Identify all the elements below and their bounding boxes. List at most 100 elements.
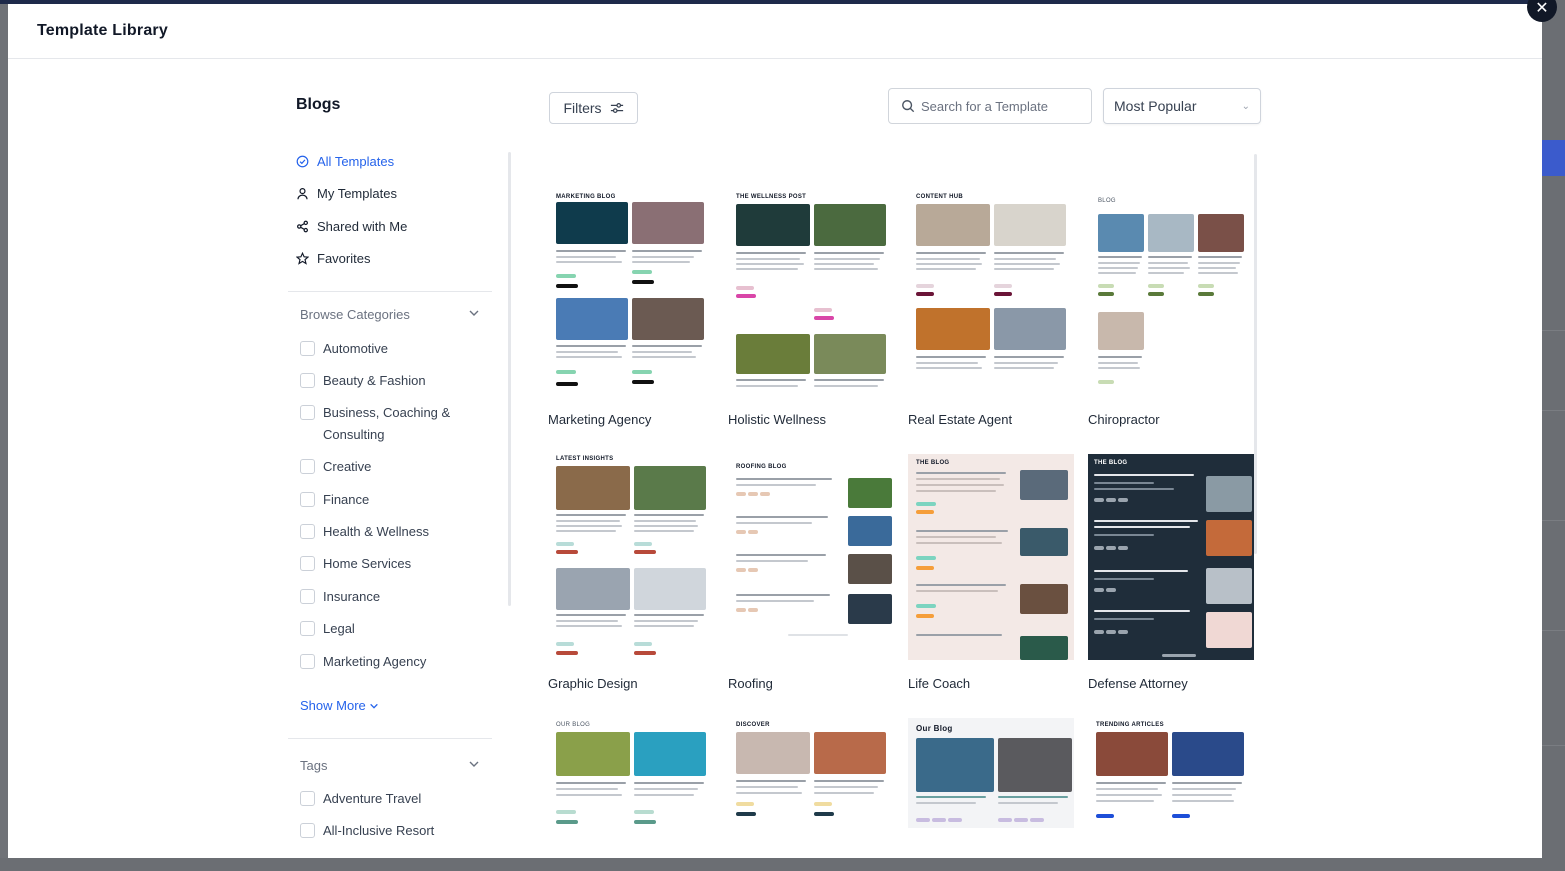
template-thumbnail: Our Blog (908, 718, 1074, 828)
checkbox[interactable] (300, 556, 315, 571)
template-thumbnail: THE BLOG (1088, 454, 1254, 660)
checkbox[interactable] (300, 405, 315, 420)
preview-title: THE BLOG (916, 460, 950, 466)
tag-label: Adventure Travel (323, 791, 422, 806)
show-more-link[interactable]: Show More (300, 698, 379, 713)
share-icon (297, 220, 308, 232)
tag-label: All-Inclusive Resort (323, 823, 435, 838)
preview-title: LATEST INSIGHTS (556, 456, 614, 462)
template-thumbnail: OUR BLOG (548, 718, 714, 828)
template-name: Defense Attorney (1088, 676, 1188, 691)
sidebar: All Templates My Templates Shared with M… (288, 144, 512, 858)
nav-my-templates[interactable]: My Templates (296, 183, 397, 203)
modal-title: Template Library (37, 22, 168, 39)
user-icon (297, 187, 308, 199)
category-legal[interactable]: Legal (300, 618, 473, 640)
category-creative[interactable]: Creative (300, 456, 473, 478)
checkbox[interactable] (300, 823, 315, 838)
filters-button[interactable]: Filters (549, 92, 638, 124)
template-library-modal: Template Library Blogs Filters Most Popu… (8, 4, 1542, 858)
preview-title: BLOG (1098, 198, 1116, 204)
template-card-chiropractor[interactable]: BLOG Chiropractor (1088, 190, 1254, 427)
template-name: Roofing (728, 676, 773, 691)
template-thumbnail: THE BLOG (908, 454, 1074, 660)
category-business-coaching[interactable]: Business, Coaching & Consulting (300, 402, 473, 446)
tag-all-inclusive-resort[interactable]: All-Inclusive Resort (300, 820, 473, 842)
browse-categories-header[interactable]: Browse Categories (300, 304, 480, 324)
template-thumbnail: MARKETING BLOG (548, 190, 714, 396)
category-label: Insurance (323, 589, 381, 604)
template-name: Life Coach (908, 676, 971, 691)
template-card-marketing-agency[interactable]: MARKETING BLOG Marketing Agency (548, 190, 714, 427)
template-name: Real Estate Agent (908, 412, 1013, 427)
template-name: Graphic Design (548, 676, 638, 691)
nav-label: Favorites (317, 250, 371, 266)
template-card-holistic-wellness[interactable]: THE WELLNESS POST Holistic Wellness (728, 190, 894, 427)
template-card-defense-attorney[interactable]: THE BLOG Defense Attorney (1088, 454, 1254, 691)
checkbox[interactable] (300, 621, 315, 636)
checkbox[interactable] (300, 654, 315, 669)
tag-adventure-travel[interactable]: Adventure Travel (300, 788, 473, 810)
background-app-button (1542, 140, 1565, 176)
chevron-down-icon: ⌄ (1241, 100, 1250, 112)
category-automotive[interactable]: Automotive (300, 338, 473, 360)
nav-favorites[interactable]: Favorites (296, 248, 370, 268)
preview-title: ROOFING BLOG (736, 464, 787, 470)
template-card-life-coach[interactable]: THE BLOG Life Coach (908, 454, 1074, 691)
sidebar-divider (288, 738, 492, 739)
category-label: Beauty & Fashion (323, 373, 426, 388)
category-insurance[interactable]: Insurance (300, 586, 473, 608)
category-label: Finance (323, 492, 370, 507)
template-thumbnail: DISCOVER (728, 718, 894, 828)
nav-all-templates[interactable]: All Templates (296, 151, 394, 171)
category-finance[interactable]: Finance (300, 489, 473, 511)
template-thumbnail: THE WELLNESS POST (728, 190, 894, 396)
search-box[interactable] (888, 88, 1092, 124)
filters-label: Filters (563, 100, 602, 116)
template-card-roofing[interactable]: ROOFING BLOG Roofing (728, 454, 894, 691)
nav-label: My Templates (317, 185, 397, 201)
sort-select[interactable]: Most Popular ⌄ (1103, 88, 1261, 124)
chevron-down-icon (468, 758, 480, 773)
checkbox[interactable] (300, 589, 315, 604)
chevron-down-icon (468, 307, 480, 322)
background-app-edge (1542, 0, 1565, 871)
category-health-wellness[interactable]: Health & Wellness (300, 521, 473, 543)
checkbox[interactable] (300, 373, 315, 388)
template-card-trending-articles[interactable]: TRENDING ARTICLES (1088, 718, 1254, 828)
category-label: Legal (323, 621, 355, 636)
template-grid: MARKETING BLOG Marketing Agency THE WELL… (538, 154, 1264, 858)
category-marketing-agency[interactable]: Marketing Agency (300, 651, 473, 673)
template-card-car-blog[interactable]: Our Blog (908, 718, 1074, 828)
category-home-services[interactable]: Home Services (300, 553, 473, 575)
checkbox[interactable] (300, 524, 315, 539)
template-card-graphic-design[interactable]: LATEST INSIGHTS Graphic Design (548, 454, 714, 691)
checkbox[interactable] (300, 459, 315, 474)
nav-shared-with-me[interactable]: Shared with Me (296, 216, 407, 236)
sidebar-scrollbar[interactable] (508, 152, 511, 606)
template-thumbnail: LATEST INSIGHTS (548, 454, 714, 660)
sidebar-divider (288, 291, 492, 292)
category-beauty-fashion[interactable]: Beauty & Fashion (300, 370, 473, 392)
search-input[interactable] (921, 98, 1081, 114)
browse-categories-title: Browse Categories (300, 306, 410, 322)
template-card-discover[interactable]: DISCOVER (728, 718, 894, 828)
checkbox[interactable] (300, 492, 315, 507)
category-label: Home Services (323, 556, 412, 571)
show-more-label: Show More (300, 698, 366, 713)
preview-title: CONTENT HUB (916, 194, 963, 200)
category-label: Health & Wellness (323, 524, 429, 539)
category-label: Business, Coaching & Consulting (323, 405, 451, 442)
check-circle-icon (296, 155, 309, 167)
template-card-our-blog[interactable]: OUR BLOG (548, 718, 714, 828)
template-card-real-estate-agent[interactable]: CONTENT HUB Real Estate Agent (908, 190, 1074, 427)
tags-header[interactable]: Tags (300, 755, 480, 775)
sort-value: Most Popular (1114, 98, 1197, 114)
preview-title: OUR BLOG (556, 722, 591, 728)
preview-title: TRENDING ARTICLES (1096, 722, 1164, 728)
checkbox[interactable] (300, 341, 315, 356)
category-label: Marketing Agency (323, 654, 427, 669)
checkbox[interactable] (300, 791, 315, 806)
grid-scrollbar[interactable] (1254, 154, 1257, 554)
preview-title: Our Blog (916, 724, 953, 733)
